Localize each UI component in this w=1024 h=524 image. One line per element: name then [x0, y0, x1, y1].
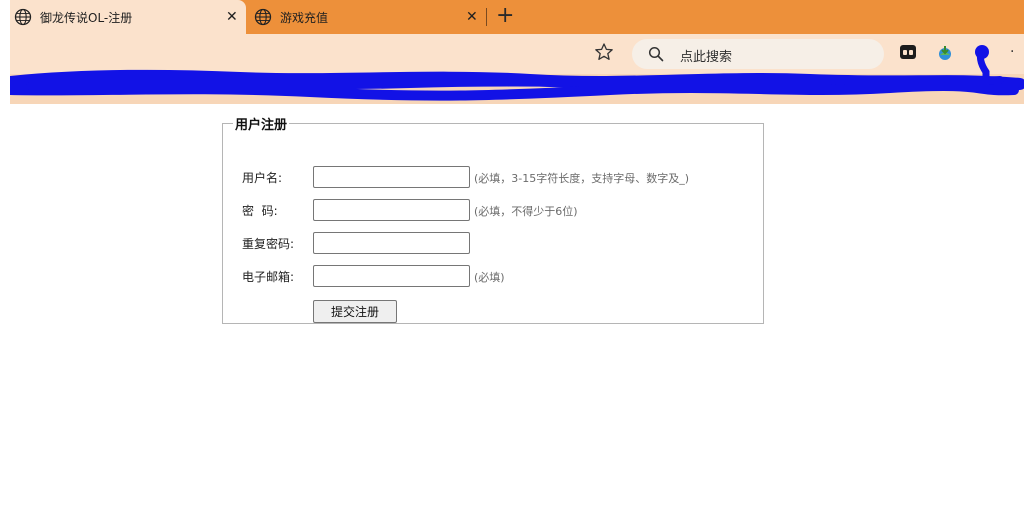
username-row: 用户名: (必填，3-15字符长度，支持字母、数字及_)	[223, 166, 763, 190]
browser-chrome: 御龙传说OL-注册 ✕ 游戏充值 ✕ + 点此搜索 ·	[10, 0, 1024, 104]
password-label: 密 码:	[242, 204, 278, 218]
email-input[interactable]	[313, 265, 470, 287]
password-row: 密 码: (必填，不得少于6位)	[223, 199, 763, 223]
password-hint: (必填，不得少于6位)	[474, 205, 578, 218]
email-hint: (必填)	[474, 271, 505, 284]
submit-register-button[interactable]: 提交注册	[313, 300, 397, 323]
redaction-scribble	[10, 45, 1024, 101]
confirm-password-input[interactable]	[313, 232, 470, 254]
username-hint: (必填，3-15字符长度，支持字母、数字及_)	[474, 172, 690, 185]
username-label: 用户名:	[242, 171, 283, 185]
confirm-password-label: 重复密码:	[242, 237, 295, 251]
register-fieldset: 用户注册 用户名: (必填，3-15字符长度，支持字母、数字及_) 密 码: (…	[222, 114, 764, 324]
username-input[interactable]	[313, 166, 470, 188]
screen: 御龙传说OL-注册 ✕ 游戏充值 ✕ + 点此搜索 · 用户注册 用户名: (必…	[0, 0, 1024, 524]
email-row: 电子邮箱: (必填)	[223, 265, 763, 289]
form-legend: 用户注册	[235, 118, 288, 133]
email-label: 电子邮箱:	[242, 270, 295, 284]
confirm-password-row: 重复密码:	[223, 232, 763, 256]
password-input[interactable]	[313, 199, 470, 221]
